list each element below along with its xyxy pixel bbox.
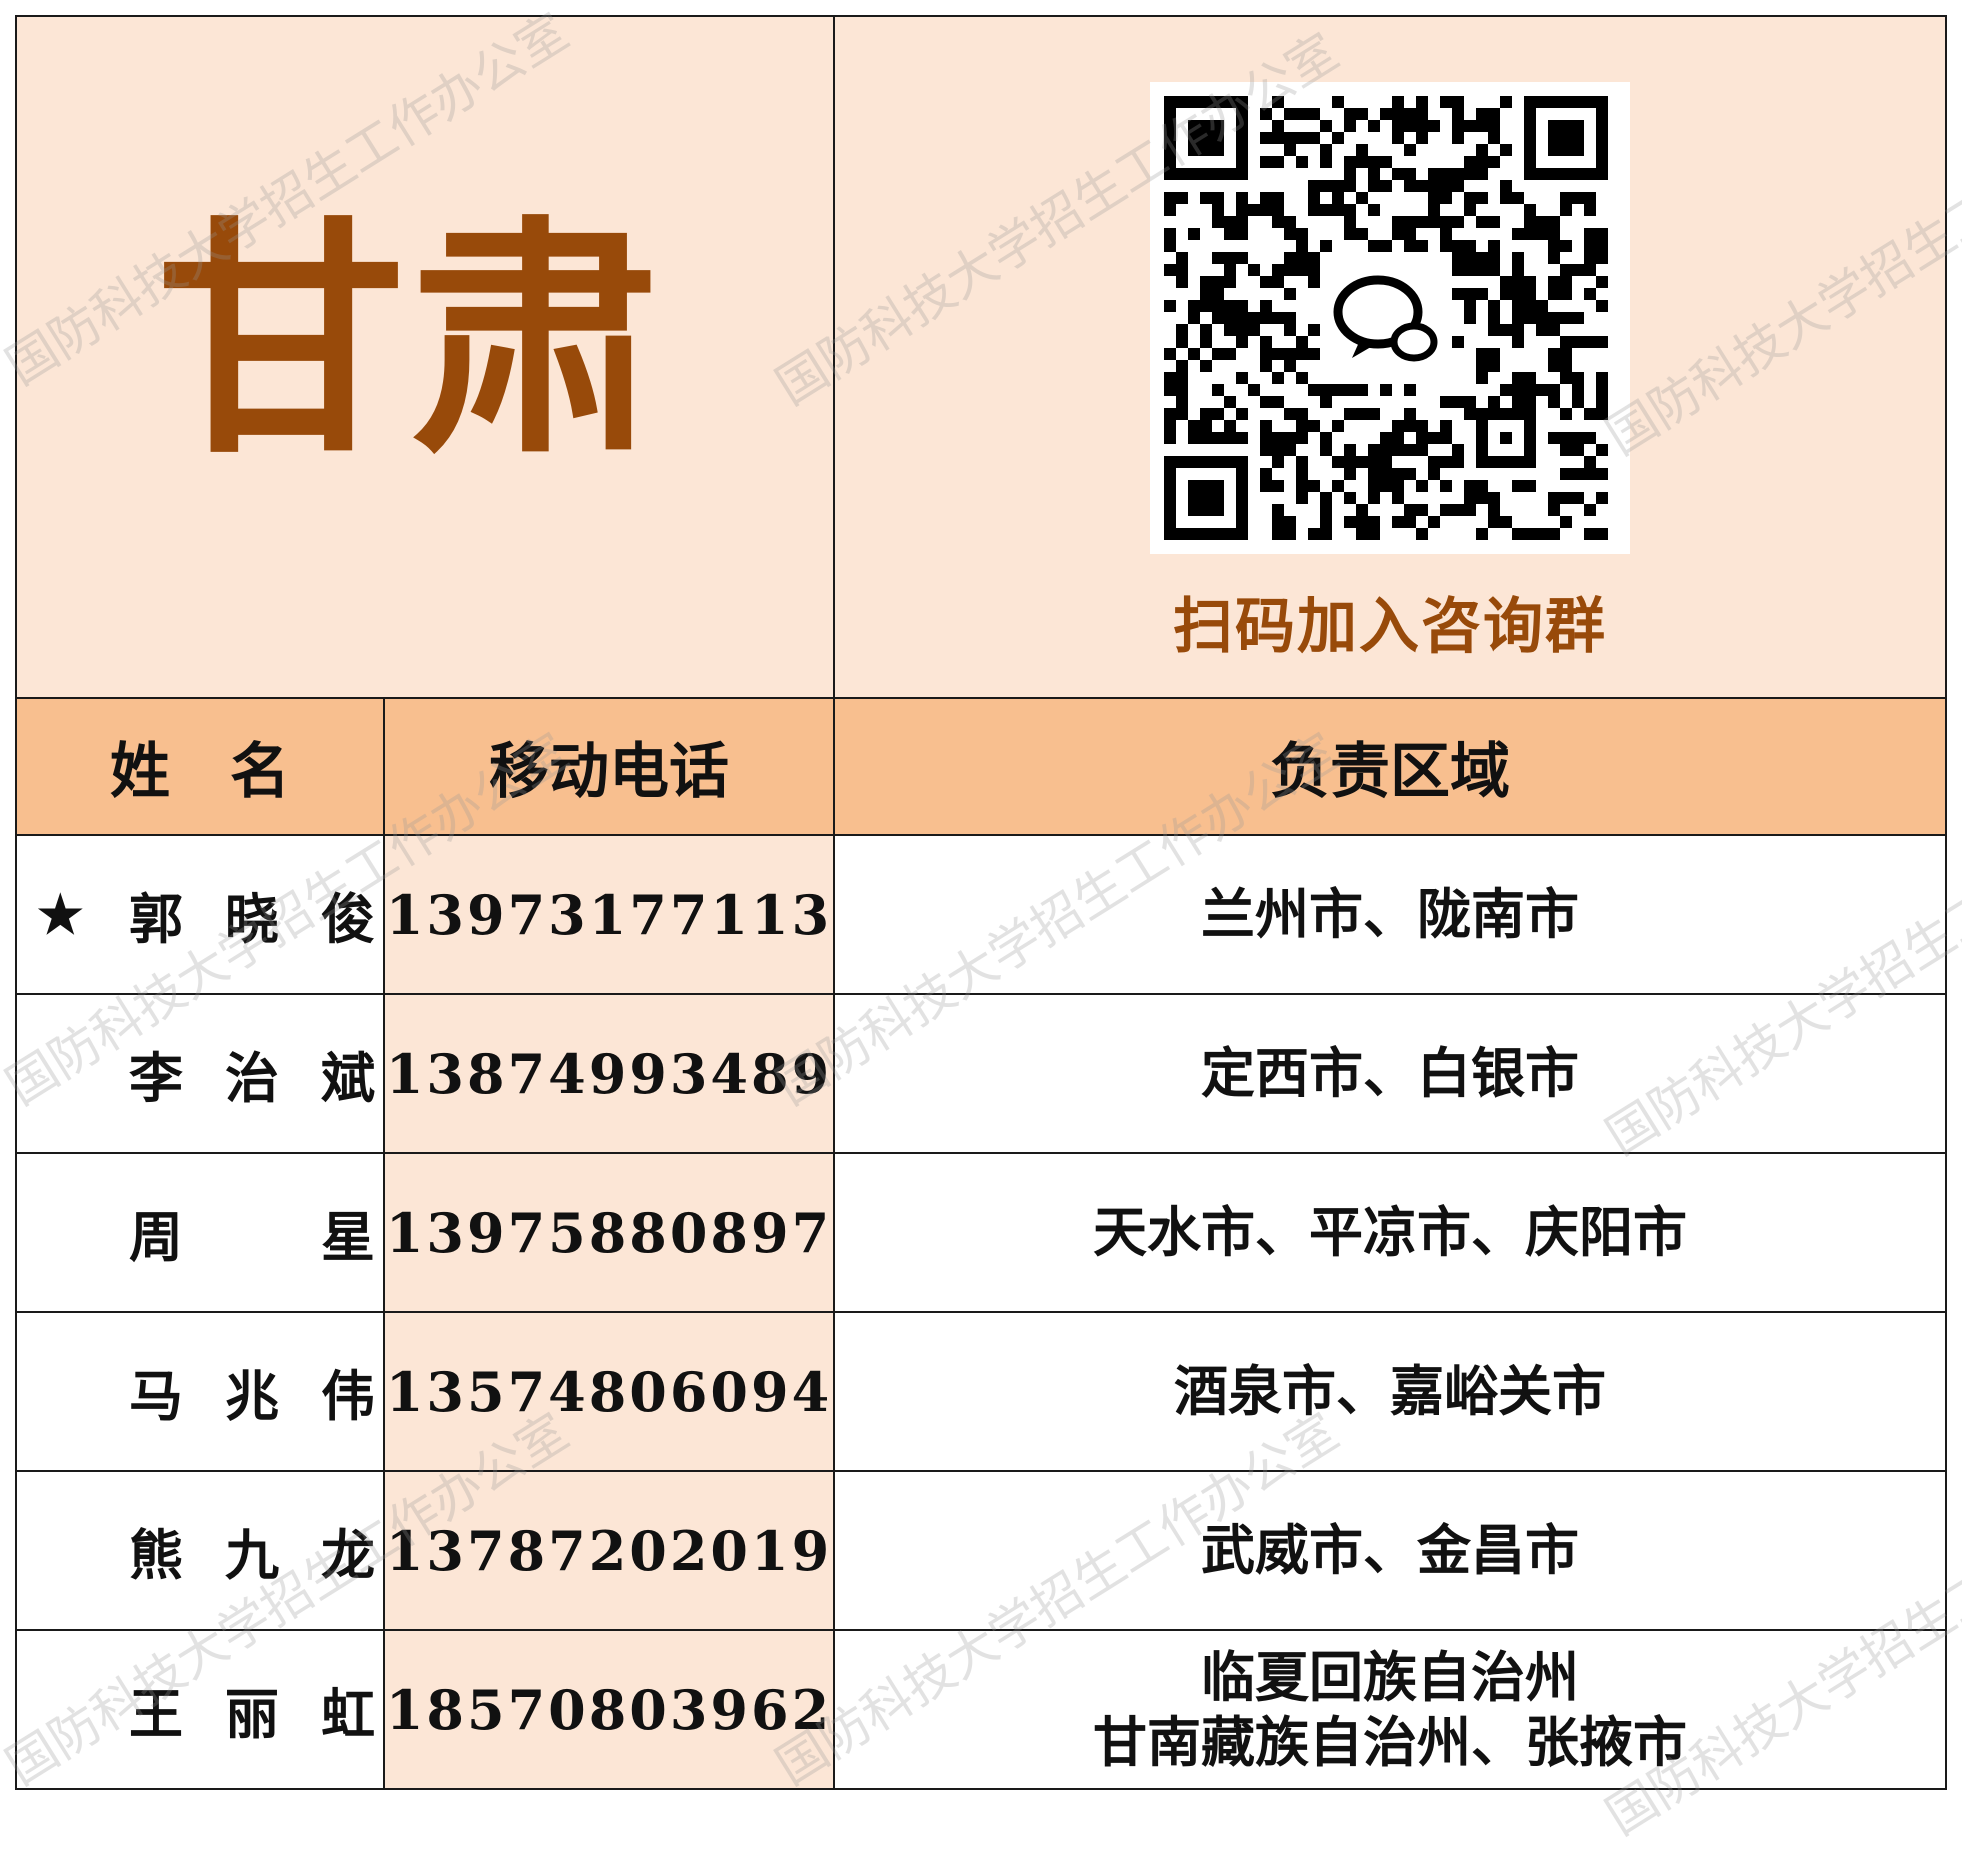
name-char: 周 xyxy=(129,1205,183,1269)
region-cell: 酒泉市、嘉峪关市 xyxy=(833,1311,1947,1472)
table-row: 李治斌 13874993489 定西市、白银市 xyxy=(15,993,1947,1154)
contact-name: 李治斌 xyxy=(129,1034,375,1113)
region-cell: 天水市、平凉市、庆阳市 xyxy=(833,1152,1947,1313)
table-row: 马兆伟 13574806094 酒泉市、嘉峪关市 xyxy=(15,1311,1947,1472)
header-region: 负责区域 xyxy=(833,697,1947,836)
contact-name: 周星 xyxy=(129,1193,375,1272)
contact-sheet: 甘肃 扫码加入咨询群 姓 名 移动电话 负责区域 ★ 郭晓俊 13973177113… xyxy=(15,15,1947,1800)
name-cell: 王丽虹 xyxy=(15,1629,385,1790)
contact-name: 郭晓俊 xyxy=(129,875,375,954)
region-text: 临夏回族自治州 xyxy=(1201,1644,1579,1709)
name-char: 斌 xyxy=(321,1046,375,1110)
header-name: 姓 名 xyxy=(15,697,385,836)
phone-number[interactable]: 13574806094 xyxy=(383,1311,835,1472)
region-cell: 定西市、白银市 xyxy=(833,993,1947,1154)
name-char: 郭 xyxy=(129,887,183,951)
name-char: 虹 xyxy=(321,1682,375,1746)
region-text: 酒泉市、嘉峪关市 xyxy=(1174,1359,1606,1424)
name-cell: 马兆伟 xyxy=(15,1311,385,1472)
contact-name: 王丽虹 xyxy=(129,1670,375,1749)
name-cell: 周星 xyxy=(15,1152,385,1313)
header-phone: 移动电话 xyxy=(383,697,835,836)
phone-number[interactable]: 18570803962 xyxy=(383,1629,835,1790)
region-text: 定西市、白银市 xyxy=(1201,1041,1579,1106)
name-cell: ★ 郭晓俊 xyxy=(15,834,385,995)
table-row: 王丽虹 18570803962 临夏回族自治州 甘南藏族自治州、张掖市 xyxy=(15,1629,1947,1790)
table-row: 熊九龙 13787202019 武威市、金昌市 xyxy=(15,1470,1947,1631)
region-cell: 兰州市、陇南市 xyxy=(833,834,1947,995)
table-header-row: 姓 名 移动电话 负责区域 xyxy=(15,697,1947,836)
table-row: ★ 郭晓俊 13973177113 兰州市、陇南市 xyxy=(15,834,1947,995)
name-char: 九 xyxy=(225,1523,279,1587)
name-cell: 李治斌 xyxy=(15,993,385,1154)
name-char: 龙 xyxy=(321,1523,375,1587)
region-cell: 武威市、金昌市 xyxy=(833,1470,1947,1631)
name-char: 李 xyxy=(129,1046,183,1110)
province-cell: 甘肃 xyxy=(15,15,835,699)
province-title: 甘肃 xyxy=(156,196,664,487)
name-char: 治 xyxy=(225,1046,279,1110)
qr-caption: 扫码加入咨询群 xyxy=(1173,592,1607,662)
region-text: 天水市、平凉市、庆阳市 xyxy=(1093,1200,1687,1265)
phone-number[interactable]: 13975880897 xyxy=(383,1152,835,1313)
phone-number[interactable]: 13787202019 xyxy=(383,1470,835,1631)
star-icon: ★ xyxy=(37,884,84,945)
name-cell: 熊九龙 xyxy=(15,1470,385,1631)
name-char: 晓 xyxy=(225,887,279,951)
region-text: 甘南藏族自治州、张掖市 xyxy=(1093,1709,1687,1774)
name-char: 熊 xyxy=(129,1523,183,1587)
qr-cell: 扫码加入咨询群 xyxy=(833,15,1947,699)
wechat-chat-icon xyxy=(1333,275,1438,362)
contact-table: 甘肃 扫码加入咨询群 姓 名 移动电话 负责区域 ★ 郭晓俊 13973177113… xyxy=(15,15,1947,1790)
region-text: 武威市、金昌市 xyxy=(1201,1518,1579,1583)
contact-name: 马兆伟 xyxy=(129,1352,375,1431)
phone-number[interactable]: 13874993489 xyxy=(383,993,835,1154)
region-text: 兰州市、陇南市 xyxy=(1201,882,1579,947)
qr-code[interactable] xyxy=(1150,82,1630,554)
name-char: 丽 xyxy=(225,1682,279,1746)
table-row: 周星 13975880897 天水市、平凉市、庆阳市 xyxy=(15,1152,1947,1313)
name-char: 伟 xyxy=(321,1364,375,1428)
name-char: 星 xyxy=(321,1205,375,1269)
qr-code-image xyxy=(1164,96,1608,540)
region-cell: 临夏回族自治州 甘南藏族自治州、张掖市 xyxy=(833,1629,1947,1790)
phone-number[interactable]: 13973177113 xyxy=(383,834,835,995)
name-char: 兆 xyxy=(225,1364,279,1428)
name-char: 俊 xyxy=(321,887,375,951)
name-char: 马 xyxy=(129,1364,183,1428)
contact-name: 熊九龙 xyxy=(129,1511,375,1590)
name-char: 王 xyxy=(129,1682,183,1746)
